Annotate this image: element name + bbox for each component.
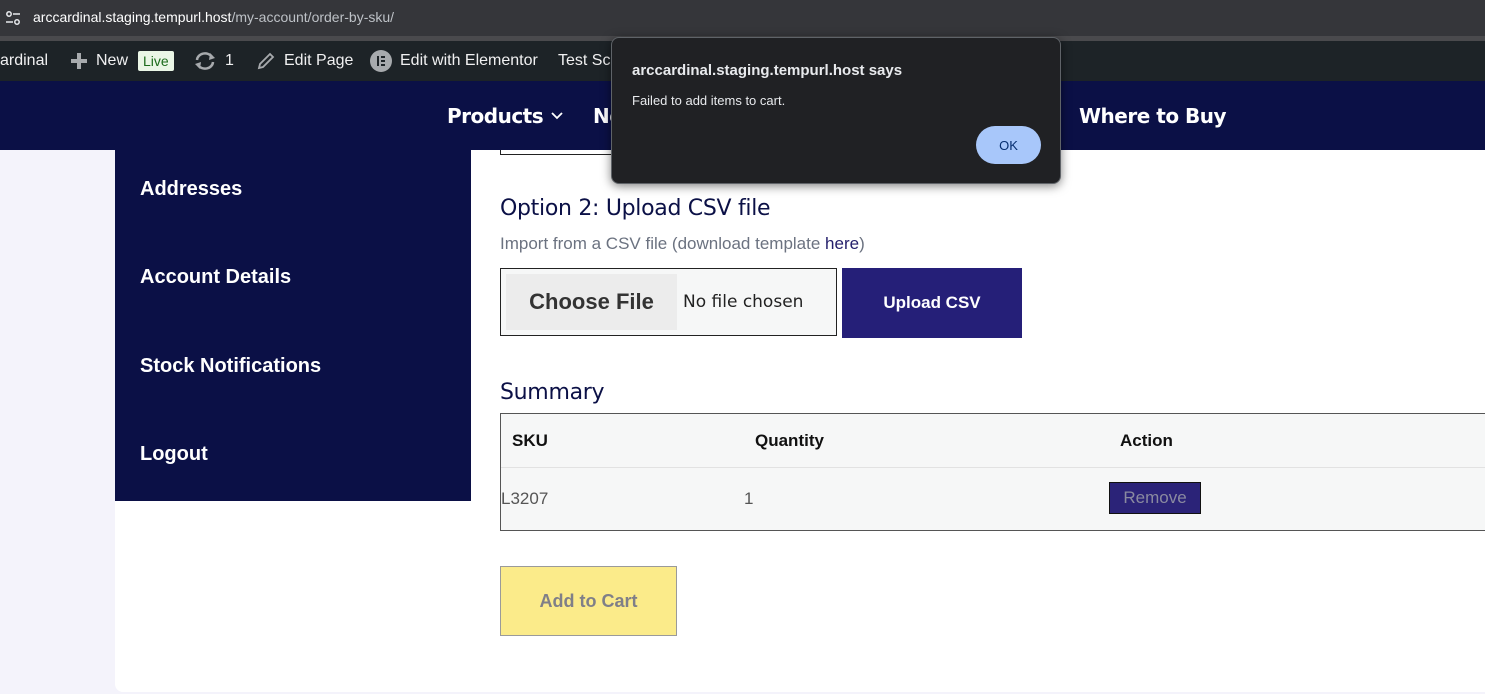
column-header-quantity: Quantity bbox=[755, 431, 824, 450]
sidebar-item-logout[interactable]: Logout bbox=[140, 443, 208, 466]
csv-hint: Import from a CSV file (download templat… bbox=[500, 234, 865, 254]
file-input[interactable]: Choose File No file chosen bbox=[500, 268, 837, 336]
previous-section-box bbox=[500, 150, 612, 155]
csv-hint-suffix: ) bbox=[859, 234, 865, 253]
column-header-sku: SKU bbox=[512, 431, 548, 450]
url-field[interactable]: arccardinal.staging.tempurl.host/my-acco… bbox=[33, 9, 394, 25]
row-quantity: 1 bbox=[744, 489, 754, 508]
column-header-action: Action bbox=[1120, 431, 1173, 450]
row-sku: L3207 bbox=[501, 489, 549, 508]
table-row-divider bbox=[501, 467, 1485, 468]
url-host: arccardinal.staging.tempurl.host bbox=[33, 9, 232, 25]
admin-bar-edit-elementor[interactable]: Edit with Elementor bbox=[370, 41, 538, 81]
site-info-icon[interactable] bbox=[4, 9, 22, 27]
new-label: New bbox=[96, 52, 129, 69]
admin-bar-updates[interactable]: 1 bbox=[193, 41, 234, 81]
nav-products[interactable]: Products bbox=[447, 81, 563, 150]
refresh-icon bbox=[195, 52, 215, 70]
account-sidebar: Addresses Account Details Stock Notifica… bbox=[115, 150, 471, 501]
edit-elementor-label: Edit with Elementor bbox=[400, 52, 538, 69]
summary-table: SKU Quantity Action L3207 1 Remove bbox=[500, 413, 1485, 531]
sidebar-item-stock-notifications[interactable]: Stock Notifications bbox=[140, 355, 321, 378]
nav-where-to-buy-label: Where to Buy bbox=[1079, 103, 1227, 128]
admin-bar-site-name[interactable]: ardinal bbox=[0, 41, 48, 81]
alert-dialog: arccardinal.staging.tempurl.host says Fa… bbox=[611, 37, 1061, 184]
sidebar-item-account-details[interactable]: Account Details bbox=[140, 266, 291, 289]
template-download-link[interactable]: here bbox=[825, 234, 859, 253]
nav-products-label: Products bbox=[447, 103, 544, 128]
chevron-down-icon bbox=[551, 111, 563, 119]
summary-heading: Summary bbox=[500, 380, 605, 405]
elementor-icon bbox=[370, 50, 392, 72]
upload-csv-button[interactable]: Upload CSV bbox=[842, 268, 1022, 338]
dialog-message: Failed to add items to cart. bbox=[632, 93, 786, 108]
admin-bar-edit-page[interactable]: Edit Page bbox=[256, 41, 353, 81]
live-badge: Live bbox=[138, 51, 174, 71]
sidebar-item-addresses[interactable]: Addresses bbox=[140, 178, 242, 201]
remove-button[interactable]: Remove bbox=[1109, 482, 1201, 514]
nav-where-to-buy[interactable]: Where to Buy bbox=[1079, 81, 1227, 150]
choose-file-button[interactable]: Choose File bbox=[506, 274, 677, 330]
browser-address-bar: arccardinal.staging.tempurl.host/my-acco… bbox=[0, 0, 1485, 36]
pencil-icon bbox=[257, 52, 275, 70]
ok-button[interactable]: OK bbox=[976, 126, 1041, 164]
site-name-label: ardinal bbox=[0, 52, 49, 69]
no-file-label: No file chosen bbox=[683, 292, 804, 312]
add-to-cart-button[interactable]: Add to Cart bbox=[500, 566, 677, 636]
upload-csv-heading: Option 2: Upload CSV file bbox=[500, 196, 771, 221]
dialog-title: arccardinal.staging.tempurl.host says bbox=[632, 62, 903, 79]
edit-page-label: Edit Page bbox=[284, 52, 354, 69]
csv-hint-prefix: Import from a CSV file (download templat… bbox=[500, 234, 826, 253]
url-path: /my-account/order-by-sku/ bbox=[231, 9, 395, 25]
admin-bar-new[interactable]: New Live bbox=[70, 41, 174, 81]
plus-icon bbox=[71, 53, 87, 69]
updates-count: 1 bbox=[225, 52, 234, 69]
